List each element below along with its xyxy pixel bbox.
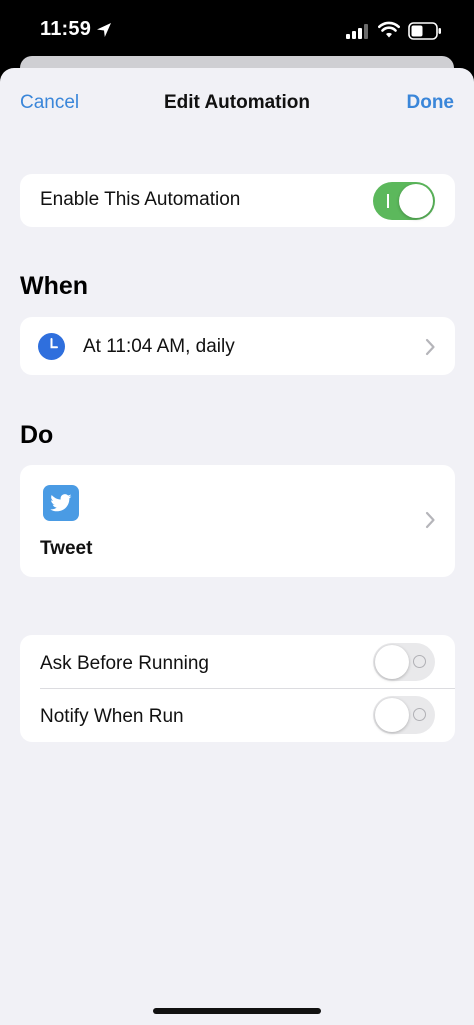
twitter-bird-icon <box>43 485 79 521</box>
when-heading: When <box>20 272 89 300</box>
when-trigger-row[interactable]: At 11:04 AM, daily <box>20 317 455 375</box>
edit-automation-sheet: Edit Automation Cancel Done Enable This … <box>0 68 474 1025</box>
options-group: Ask Before Running Notify When Run <box>20 635 455 742</box>
cellular-signal-icon <box>346 24 368 39</box>
enable-automation-label: Enable This Automation <box>40 189 241 210</box>
status-bar: 11:59 <box>0 0 474 60</box>
location-arrow-icon <box>97 23 111 37</box>
toggle-knob <box>375 698 409 732</box>
ask-before-running-toggle[interactable] <box>373 643 435 681</box>
home-indicator[interactable] <box>153 1008 321 1014</box>
done-button[interactable]: Done <box>407 92 455 114</box>
do-action-label: Tweet <box>40 538 93 559</box>
toggle-knob <box>399 184 433 218</box>
enable-automation-toggle[interactable] <box>373 182 435 220</box>
status-time: 11:59 <box>40 18 92 40</box>
notify-when-run-toggle[interactable] <box>373 696 435 734</box>
do-heading: Do <box>20 421 54 449</box>
chevron-right-icon <box>425 338 435 356</box>
wifi-icon <box>378 21 400 38</box>
notify-when-run-label: Notify When Run <box>40 706 184 727</box>
battery-icon <box>408 22 441 40</box>
ask-before-running-label: Ask Before Running <box>40 653 209 674</box>
row-divider <box>40 688 455 689</box>
when-trigger-label: At 11:04 AM, daily <box>83 336 235 357</box>
do-action-row[interactable]: Tweet <box>20 465 455 577</box>
chevron-right-icon <box>425 511 435 529</box>
cancel-button[interactable]: Cancel <box>20 92 79 114</box>
enable-automation-row: Enable This Automation <box>20 174 455 227</box>
toggle-knob <box>375 645 409 679</box>
clock-icon <box>38 333 65 360</box>
